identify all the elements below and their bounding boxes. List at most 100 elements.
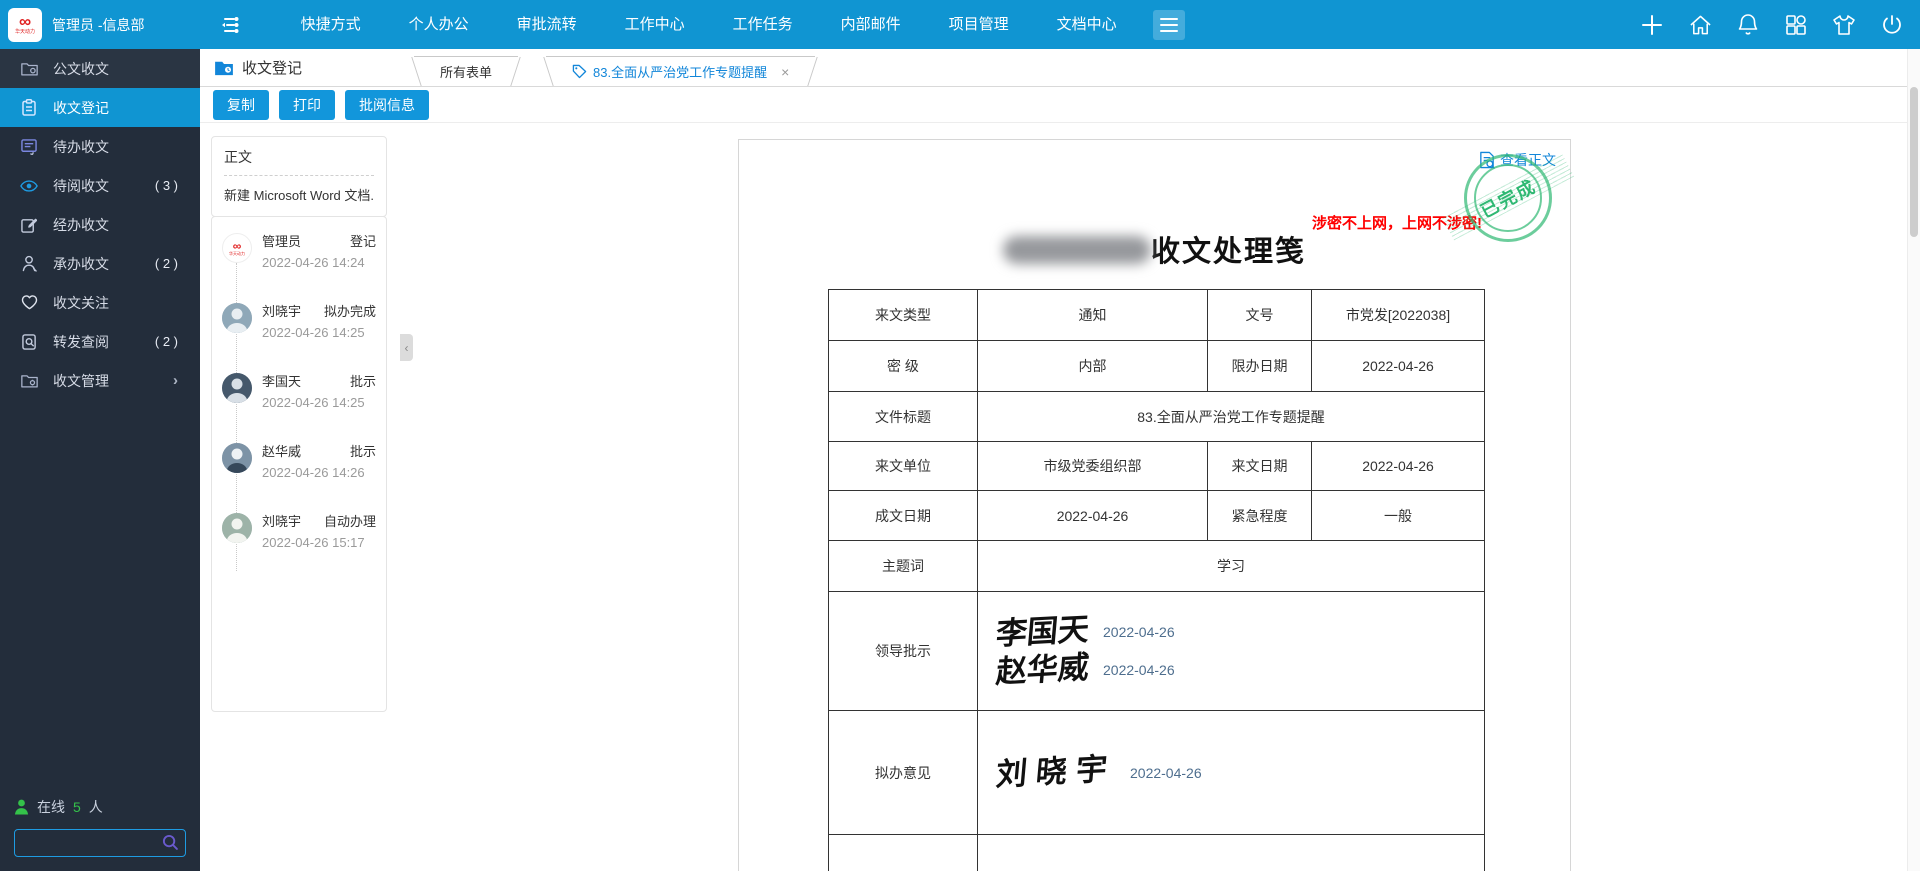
sidebar-item-zhuanfa-chayue[interactable]: 转发查阅 ( 2 ) <box>0 322 200 361</box>
sidebar-item-chengban-shouwen[interactable]: 承办收文 ( 2 ) <box>0 244 200 283</box>
power-icon[interactable] <box>1880 13 1904 37</box>
chengban-count-badge: ( 2 ) <box>154 256 178 271</box>
redacted-org-name <box>1002 236 1151 264</box>
view-body-link[interactable]: 查看正文 <box>1478 150 1556 170</box>
field-value: 一般 <box>1311 490 1485 541</box>
field-value: 内部 <box>977 340 1208 392</box>
field-value: 学习 <box>977 540 1485 592</box>
contact-search-input[interactable] <box>14 829 186 857</box>
tag-icon <box>572 64 587 79</box>
collapse-left-icon: ‹ <box>404 340 409 355</box>
field-label: 主题词 <box>828 540 978 592</box>
nav-outline-icon[interactable] <box>217 13 241 37</box>
field-label: 紧急程度 <box>1207 490 1312 541</box>
search-icon[interactable] <box>162 834 179 851</box>
toolbar: 复制 打印 批阅信息 <box>200 87 1920 123</box>
app-logo[interactable]: ∞ 华天动力 <box>8 7 42 42</box>
sidebar: 公文收文 收文登记 待办收文 待阅收文 ( 3 ) 经办收文 承办收文 ( 2 … <box>0 49 200 871</box>
scrollbar-thumb[interactable] <box>1910 87 1918 237</box>
todo-doc-icon <box>20 138 38 156</box>
timeline-entry[interactable]: 刘晓宇 自动办理 2022-04-26 15:17 <box>222 513 376 557</box>
process-timeline-panel: ∞ 华天动力 管理员 登记 2022-04-26 14:24 刘晓宇 拟办完成 20… <box>211 216 387 712</box>
sidebar-item-jingban-shouwen[interactable]: 经办收文 <box>0 205 200 244</box>
nav-item-personal-office[interactable]: 个人办公 <box>385 0 493 49</box>
zhuanfa-count-badge: ( 2 ) <box>154 334 178 349</box>
timeline-entry[interactable]: 赵华威 批示 2022-04-26 14:26 <box>222 443 376 487</box>
close-icon[interactable]: × <box>781 64 789 80</box>
print-button[interactable]: 打印 <box>279 89 335 120</box>
proposed-opinion-cell: 刘晓宇 2022-04-26 <box>977 710 1485 835</box>
document-title: 收文处理笺 <box>739 228 1570 270</box>
plus-icon[interactable] <box>1640 13 1664 37</box>
register-icon <box>20 99 38 117</box>
tab-bar: 收文登记 所有表单 83.全面从严治党工作专题提醒 × <box>200 49 1920 87</box>
content-area: 正文 新建 Microsoft Word 文档.d ∞ 华天动力 管理员 登记 2… <box>200 124 1920 871</box>
nav-item-approval-flow[interactable]: 审批流转 <box>493 0 601 49</box>
nav-item-shortcuts[interactable]: 快捷方式 <box>277 0 385 49</box>
signature-date: 2022-04-26 <box>1103 662 1175 679</box>
section-title: 收文登记 <box>242 60 303 77</box>
nav-item-work-center[interactable]: 工作中心 <box>601 0 709 49</box>
field-value: 83.全面从严治党工作专题提醒 <box>977 391 1485 442</box>
review-info-button[interactable]: 批阅信息 <box>345 89 429 120</box>
field-value <box>977 834 1485 871</box>
field-value: 2022-04-26 <box>977 490 1208 541</box>
timeline-entry[interactable]: 李国天 批示 2022-04-26 14:25 <box>222 373 376 417</box>
field-label: 密 级 <box>828 340 978 392</box>
theme-shirt-icon[interactable] <box>1832 13 1856 37</box>
online-label: 在线 <box>37 799 65 815</box>
bell-icon[interactable] <box>1736 13 1760 37</box>
doc-search-icon <box>20 333 38 351</box>
table-row: 主题词 学习 <box>828 540 1485 592</box>
field-value: 通知 <box>977 289 1208 341</box>
sidebar-item-daiyue-shouwen[interactable]: 待阅收文 ( 3 ) <box>0 166 200 205</box>
sidebar-item-shouwen-dengji[interactable]: 收文登记 <box>0 88 200 127</box>
sidebar-bottom: 在线 5 人 <box>14 797 186 857</box>
sidebar-item-shouwen-guanli[interactable]: 收文管理 › <box>0 361 200 400</box>
table-row: 来文类型 通知 文号 市党发[2022038] <box>828 289 1485 341</box>
nav-more-menu-button[interactable] <box>1152 9 1185 40</box>
field-value: 市级党委组织部 <box>977 441 1208 491</box>
sidebar-item-gongwen-shouwen[interactable]: 公文收文 <box>0 49 200 88</box>
panel-collapse-handle[interactable]: ‹ <box>400 334 413 361</box>
chevron-right-icon: › <box>173 372 178 389</box>
tab-document-83[interactable]: 83.全面从严治党工作专题提醒 × <box>546 56 816 86</box>
tab-all-forms[interactable]: 所有表单 <box>414 56 519 86</box>
field-label: 来文日期 <box>1207 441 1312 491</box>
field-value: 市党发[2022038] <box>1311 289 1485 341</box>
logo-infinity-glyph: ∞ <box>18 11 32 31</box>
current-user-label[interactable]: 管理员 -信息部 <box>52 15 145 35</box>
online-status: 在线 5 人 <box>14 797 186 817</box>
field-value: 2022-04-26 <box>1311 340 1485 392</box>
signature-date: 2022-04-26 <box>1130 764 1202 781</box>
table-row: 文件标题 83.全面从严治党工作专题提醒 <box>828 391 1485 442</box>
copy-button[interactable]: 复制 <box>213 89 269 120</box>
heart-icon <box>20 294 38 312</box>
nav-item-internal-mail[interactable]: 内部邮件 <box>817 0 925 49</box>
vertical-scrollbar[interactable] <box>1907 49 1920 871</box>
folder-gear-icon <box>20 372 38 390</box>
edit-doc-icon <box>20 216 38 234</box>
avatar <box>222 513 252 543</box>
sidebar-item-daiban-shouwen[interactable]: 待办收文 <box>0 127 200 166</box>
timeline-entry[interactable]: 刘晓宇 拟办完成 2022-04-26 14:25 <box>222 303 376 347</box>
logo-text: 华天动力 <box>14 28 35 35</box>
section-header: 收文登记 <box>200 49 400 86</box>
field-label: 拟办意见 <box>828 710 978 835</box>
apps-icon[interactable] <box>1784 13 1808 37</box>
eye-icon <box>20 177 38 195</box>
table-row <box>828 834 1485 871</box>
signature: 李国天 <box>994 611 1091 653</box>
nav-item-document-center[interactable]: 文档中心 <box>1033 0 1141 49</box>
field-label: 文号 <box>1207 289 1312 341</box>
document-page: 查看正文 已完成 涉密不上网，上网不涉密! 收文处理笺 来文类型 通知 文号 市… <box>738 139 1575 871</box>
table-row: 领导批示 李国天 2022-04-26 赵华威 2022-04-26 <box>828 591 1485 711</box>
sidebar-item-shouwen-guanzhu[interactable]: 收文关注 <box>0 283 200 322</box>
timeline-entry[interactable]: ∞ 华天动力 管理员 登记 2022-04-26 14:24 <box>222 233 376 277</box>
attachment-file-link[interactable]: 新建 Microsoft Word 文档.d <box>224 185 374 204</box>
attachment-panel-title: 正文 <box>224 147 374 176</box>
nav-item-work-tasks[interactable]: 工作任务 <box>709 0 817 49</box>
home-icon[interactable] <box>1688 13 1712 37</box>
nav-item-project-management[interactable]: 项目管理 <box>925 0 1033 49</box>
field-label <box>828 834 978 871</box>
